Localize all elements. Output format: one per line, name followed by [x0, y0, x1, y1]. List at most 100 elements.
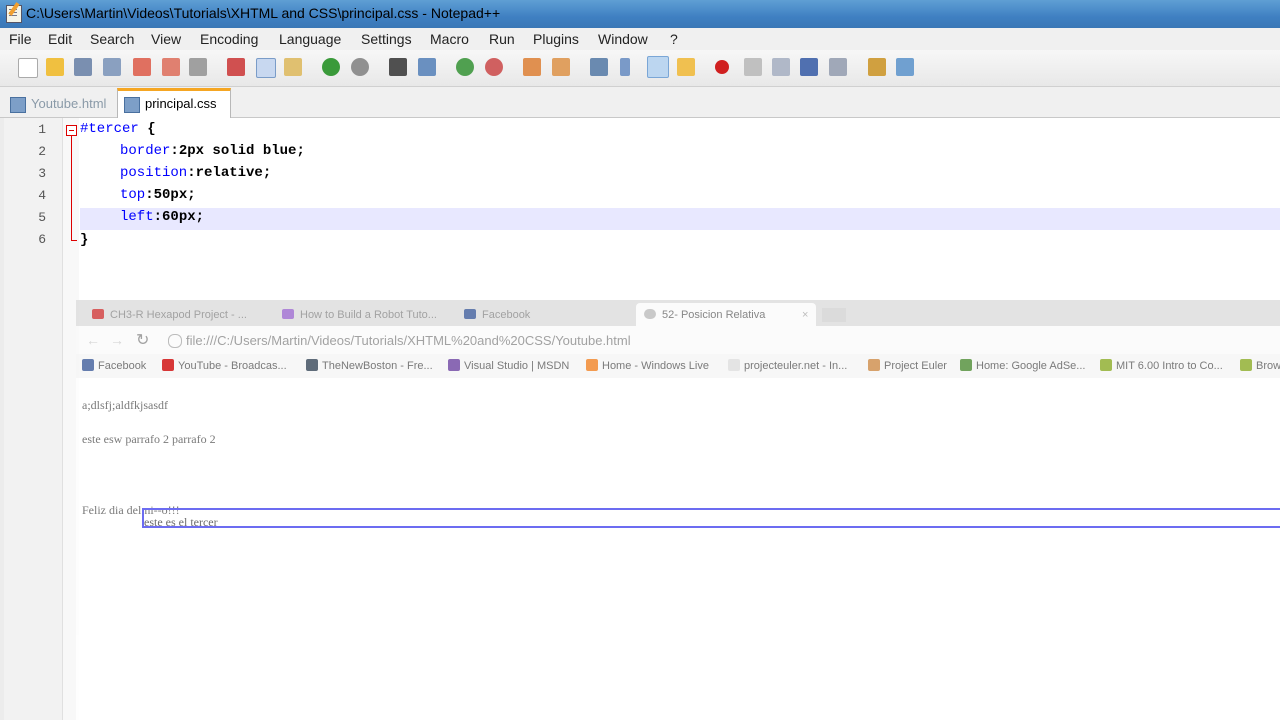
open-file-icon[interactable]	[46, 58, 64, 76]
find-icon[interactable]	[389, 58, 407, 76]
new-tab-button[interactable]	[822, 308, 846, 322]
google-adsense-icon	[960, 359, 972, 371]
menu-edit[interactable]: Edit	[48, 31, 72, 47]
undo-icon[interactable]	[322, 58, 340, 76]
spell-check-icon[interactable]	[896, 58, 914, 76]
browser-tab-strip: CH3-R Hexapod Project - ... How to Build…	[76, 300, 1280, 326]
menu-window[interactable]: Window	[598, 31, 648, 47]
play-macro-icon[interactable]	[772, 58, 790, 76]
bookmarks-bar: Facebook YouTube - Broadcas... TheNewBos…	[76, 354, 1280, 378]
fold-guide-end	[71, 240, 77, 241]
save-all-icon[interactable]	[103, 58, 121, 76]
bookmark[interactable]: projecteuler.net - In...	[728, 359, 847, 372]
menu-run[interactable]: Run	[489, 31, 515, 47]
bookmark[interactable]: Project Euler	[868, 359, 947, 372]
bookmark-icon	[1240, 359, 1252, 371]
bookmark[interactable]: MIT 6.00 Intro to Co...	[1100, 359, 1223, 372]
browser-tab-active[interactable]: 52- Posicion Relativa ×	[636, 303, 816, 326]
menu-macro[interactable]: Macro	[430, 31, 469, 47]
code-text: }	[80, 232, 89, 248]
menu-help[interactable]: ?	[670, 31, 678, 47]
reload-icon[interactable]: ↻	[136, 330, 149, 350]
browser-tab[interactable]: Facebook	[456, 303, 626, 326]
tab-youtube-html[interactable]: Youtube.html	[4, 91, 112, 116]
browser-tab[interactable]: CH3-R Hexapod Project - ...	[84, 303, 264, 326]
menu-view[interactable]: View	[151, 31, 181, 47]
bookmark[interactable]: Brow	[1240, 359, 1280, 372]
back-arrow-icon[interactable]: ←	[86, 332, 100, 348]
bookmark[interactable]: YouTube - Broadcas...	[162, 359, 287, 372]
tab-principal-css[interactable]: principal.css	[117, 88, 231, 119]
bookmark[interactable]: TheNewBoston - Fre...	[306, 359, 433, 372]
browser-window-overlay: CH3-R Hexapod Project - ... How to Build…	[76, 300, 1280, 720]
address-bar-row: ← → ↻ file:///C:/Users/Martin/Videos/Tut…	[76, 326, 1280, 354]
css-property: position	[120, 165, 188, 181]
css-value: :50px;	[145, 187, 196, 203]
menu-bar: File Edit Search View Encoding Language …	[0, 28, 1280, 50]
sync-horizontal-icon[interactable]	[552, 58, 570, 76]
close-icon[interactable]	[133, 58, 151, 76]
bookmark[interactable]: Home - Windows Live	[586, 359, 709, 372]
fold-guide	[71, 136, 72, 240]
record-macro-icon[interactable]	[715, 60, 729, 74]
browser-tab[interactable]: How to Build a Robot Tuto...	[274, 303, 454, 326]
bookmark[interactable]: Facebook	[82, 359, 146, 372]
zoom-out-icon[interactable]	[485, 58, 503, 76]
forward-arrow-icon[interactable]: →	[110, 332, 124, 348]
new-file-icon[interactable]	[18, 58, 38, 78]
page-icon	[282, 309, 294, 319]
tercer-text: este es el tercer	[144, 515, 218, 529]
file-tab-bar: Youtube.html principal.css	[0, 87, 1280, 119]
file-icon	[124, 97, 140, 113]
youtube-icon	[92, 309, 104, 319]
bookmark-icon	[306, 359, 318, 371]
menu-settings[interactable]: Settings	[361, 31, 412, 47]
line-number: 4	[38, 188, 46, 203]
browser-tab-label: How to Build a Robot Tuto...	[300, 309, 437, 321]
menu-file[interactable]: File	[9, 31, 32, 47]
print-icon[interactable]	[189, 58, 207, 76]
menu-language[interactable]: Language	[279, 31, 341, 47]
replace-icon[interactable]	[418, 58, 436, 76]
facebook-icon	[82, 359, 94, 371]
line-number: 6	[38, 232, 46, 247]
menu-plugins[interactable]: Plugins	[533, 31, 579, 47]
bookmark[interactable]: Home: Google AdSe...	[960, 359, 1085, 372]
indent-guide-icon[interactable]	[647, 56, 669, 78]
save-macro-icon[interactable]	[829, 58, 847, 76]
bookmark[interactable]: Visual Studio | MSDN	[448, 359, 569, 372]
line-number: 2	[38, 144, 46, 159]
page-info-icon[interactable]	[168, 334, 182, 348]
save-icon[interactable]	[74, 58, 92, 76]
menu-search[interactable]: Search	[90, 31, 134, 47]
address-bar[interactable]: file:///C:/Users/Martin/Videos/Tutorials…	[186, 333, 631, 348]
close-all-icon[interactable]	[162, 58, 180, 76]
code-line: left:60px;	[120, 209, 204, 225]
show-all-characters-icon[interactable]	[620, 58, 630, 76]
word-wrap-icon[interactable]	[590, 58, 608, 76]
code-line: border:2px solid blue;	[120, 143, 305, 159]
redo-icon[interactable]	[351, 58, 369, 76]
youtube-icon	[162, 359, 174, 371]
title-bar: C:\Users\Martin\Videos\Tutorials\XHTML a…	[0, 0, 1280, 28]
plugin-icon[interactable]	[868, 58, 886, 76]
code-line: top:50px;	[120, 187, 196, 203]
run-macro-multiple-icon[interactable]	[800, 58, 818, 76]
copy-icon[interactable]	[256, 58, 276, 78]
stop-macro-icon[interactable]	[744, 58, 762, 76]
paste-icon[interactable]	[284, 58, 302, 76]
browser-tab-label: 52- Posicion Relativa	[662, 309, 766, 321]
paragraph: este esw parrafo 2 parrafo 2	[82, 432, 216, 446]
zoom-in-icon[interactable]	[456, 58, 474, 76]
paragraph: a;dlsfj;aldfkjsasdf	[82, 398, 168, 412]
user-defined-language-icon[interactable]	[677, 58, 695, 76]
css-property: border	[120, 143, 171, 159]
css-property: top	[120, 187, 146, 203]
menu-encoding[interactable]: Encoding	[200, 31, 258, 47]
cut-icon[interactable]	[227, 58, 245, 76]
file-icon	[10, 97, 26, 113]
close-tab-icon[interactable]: ×	[802, 309, 808, 321]
sync-vertical-icon[interactable]	[523, 58, 541, 76]
css-value: :60px;	[153, 209, 205, 225]
fold-collapse-icon[interactable]	[66, 125, 77, 136]
